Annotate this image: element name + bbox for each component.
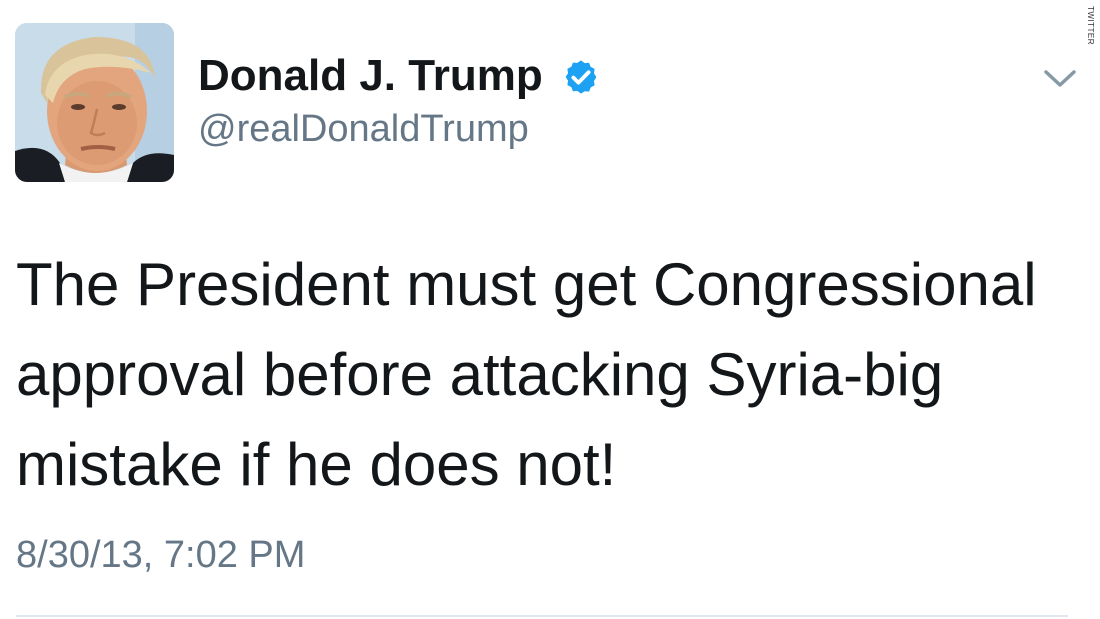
user-handle[interactable]: @realDonaldTrump (198, 106, 529, 152)
tweet-text: The President must get Congressional app… (16, 251, 1037, 498)
avatar[interactable] (15, 23, 174, 182)
verified-badge-icon (565, 60, 597, 94)
tweet-timestamp[interactable]: 8/30/13, 7:02 PM (16, 532, 305, 578)
tweet-card: Donald J. Trump @realDonaldTrump TWITTER… (0, 0, 1100, 619)
profile-photo (15, 23, 174, 182)
chevron-down-icon[interactable] (1042, 66, 1078, 92)
divider (16, 615, 1068, 617)
display-name[interactable]: Donald J. Trump (198, 50, 543, 102)
source-watermark: TWITTER (1086, 6, 1095, 46)
